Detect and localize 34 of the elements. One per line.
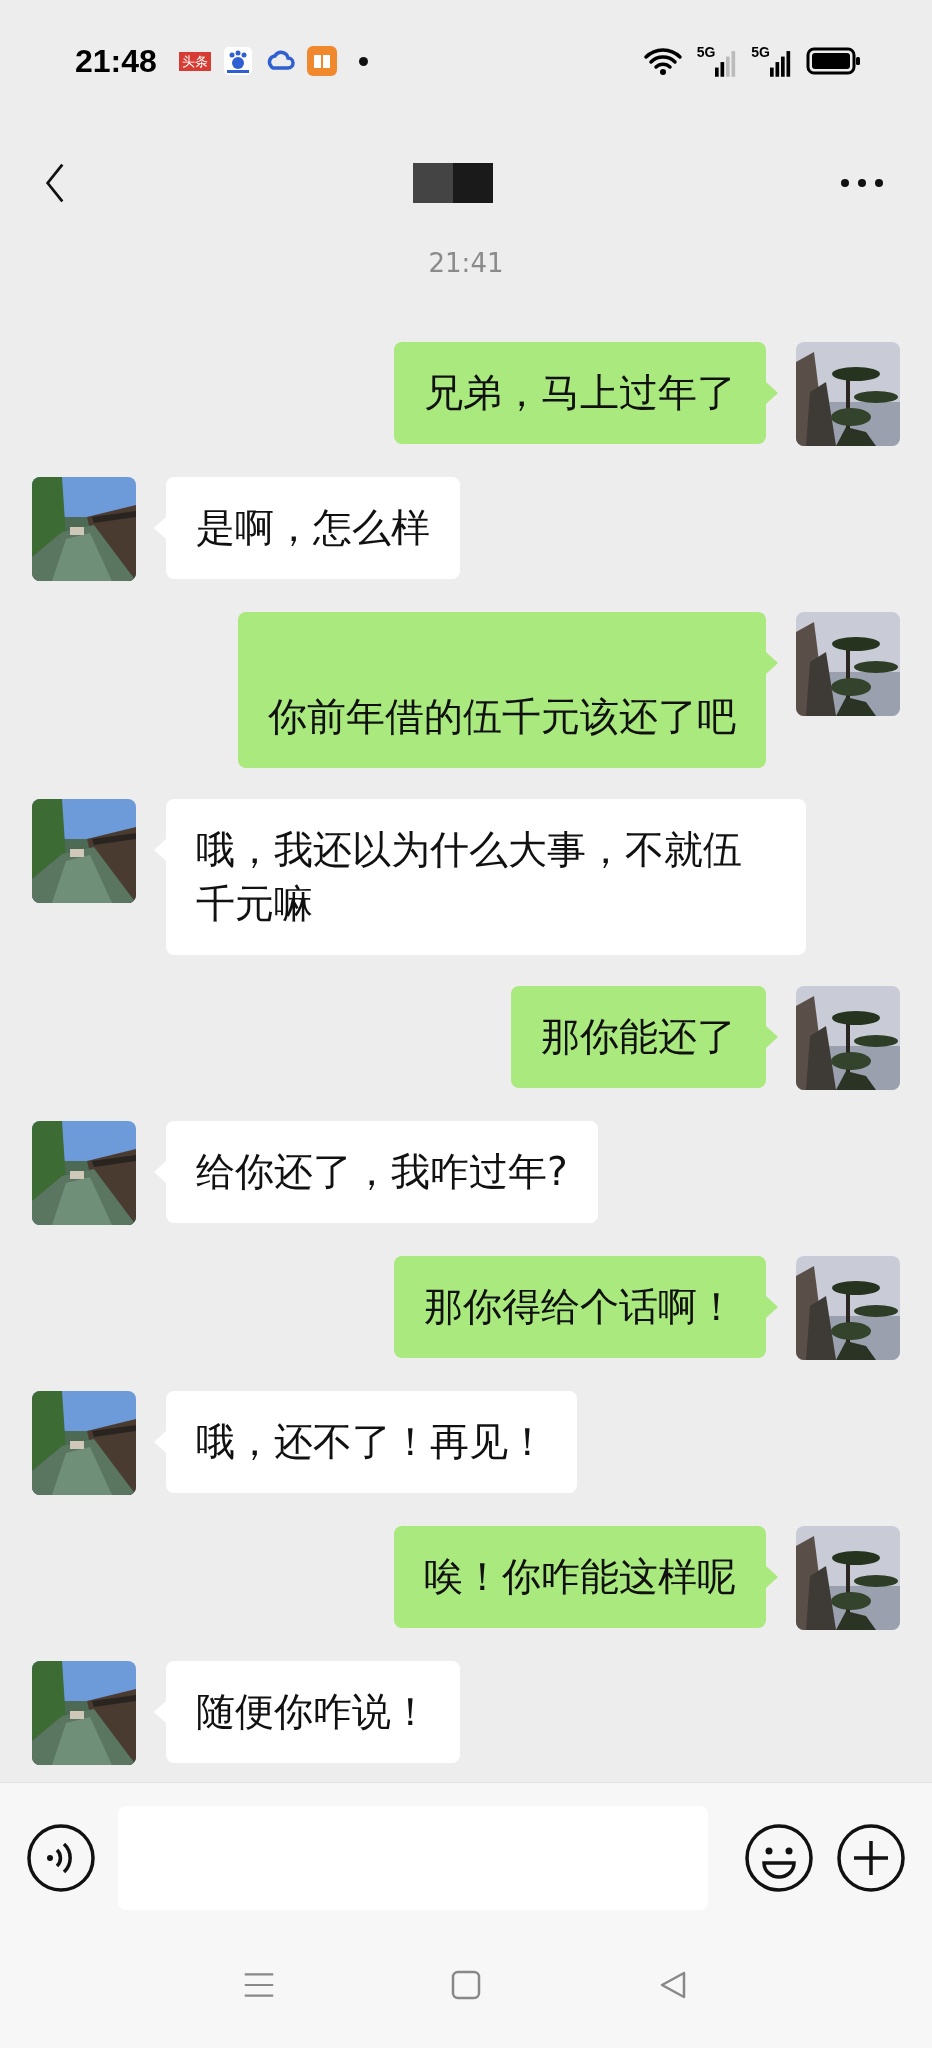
- paw-icon: [222, 46, 253, 76]
- sent-message-bubble: 那你得给个话啊！: [394, 1256, 766, 1358]
- book-icon: [306, 46, 337, 76]
- more-icon[interactable]: [840, 178, 884, 188]
- received-message-bubble: 随便你咋说！: [166, 1661, 460, 1763]
- message-timestamp: 21:41: [428, 248, 504, 278]
- sent-message-bubble: 唉！你咋能这样呢: [394, 1526, 766, 1628]
- bubble-tail: [766, 1296, 778, 1318]
- plus-icon[interactable]: [836, 1822, 906, 1893]
- received-message-bubble: 哦，我还以为什么大事，不就伍千元嘛: [166, 799, 806, 955]
- received-message-bubble: 是啊，怎么样: [166, 477, 460, 579]
- signal-icon: [770, 49, 792, 77]
- received-message-bubble: 哦，还不了！再见！: [166, 1391, 577, 1493]
- signal-icon: [715, 49, 738, 77]
- status-time: 21:48: [75, 42, 157, 80]
- network-type-label: 5G: [751, 45, 770, 59]
- battery-icon: [806, 46, 862, 76]
- bubble-tail: [766, 652, 778, 674]
- bubble-tail: [766, 1026, 778, 1048]
- bubble-tail: [766, 1566, 778, 1588]
- sent-message-bubble: 兄弟，马上过年了: [394, 342, 766, 444]
- sent-message-bubble: 你前年借的伍千元该还了吧: [238, 612, 766, 768]
- menu-icon[interactable]: [243, 1970, 275, 2000]
- home-icon[interactable]: [450, 1970, 482, 2000]
- emoji-icon[interactable]: [744, 1822, 814, 1893]
- received-message-bubble: 给你还了，我咋过年?: [166, 1121, 598, 1223]
- news-app-icon: 头条: [178, 51, 211, 71]
- network-type-label: 5G: [696, 45, 716, 59]
- wifi-icon: [642, 46, 683, 76]
- bubble-tail: [766, 382, 778, 404]
- sent-message-bubble: 那你能还了: [511, 986, 766, 1088]
- back-icon[interactable]: [44, 162, 66, 204]
- voice-icon[interactable]: [26, 1822, 96, 1893]
- notification-dot-icon: [358, 56, 368, 66]
